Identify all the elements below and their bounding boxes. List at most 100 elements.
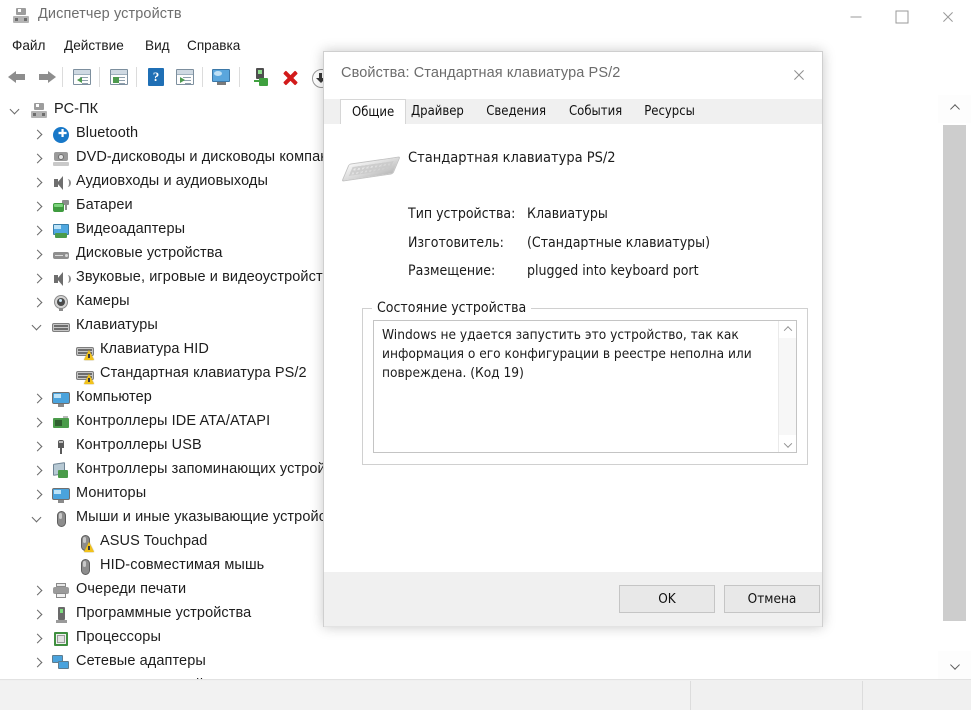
chevron-right-icon[interactable]: [32, 609, 44, 621]
dialog-tabs[interactable]: Общие Драйвер Сведения События Ресурсы: [324, 99, 822, 125]
tab-page-general: Стандартная клавиатура PS/2 Тип устройст…: [324, 124, 822, 627]
manufacturer-value: (Стандартные клавиатуры): [527, 235, 711, 251]
dialog-footer: OK Отмена: [324, 572, 822, 626]
tree-item-label: Сетевые адаптеры: [76, 653, 206, 669]
usb-icon: [52, 438, 70, 456]
chevron-right-icon[interactable]: [32, 177, 44, 189]
chevron-right-icon[interactable]: [32, 249, 44, 261]
window-title: Диспетчер устройств: [38, 6, 182, 22]
help-button[interactable]: ?: [144, 65, 168, 89]
audio-icon: [52, 174, 71, 192]
tree-vertical-scrollbar[interactable]: [938, 95, 971, 679]
tree-item[interactable]: Сетевые адаптеры: [0, 651, 938, 675]
status-scroll-down-button[interactable]: [779, 435, 796, 452]
status-scrollbar[interactable]: [778, 321, 796, 452]
chevron-right-icon[interactable]: [32, 153, 44, 165]
tree-item-label: РС-ПК: [54, 101, 99, 117]
close-button[interactable]: [925, 0, 971, 33]
chevron-right-icon[interactable]: [32, 441, 44, 453]
chevron-right-icon[interactable]: [32, 465, 44, 477]
chevron-right-icon[interactable]: [32, 297, 44, 309]
warning-icon: [84, 542, 94, 552]
tab-1[interactable]: Драйвер: [400, 99, 475, 124]
chevron-right-icon[interactable]: [32, 657, 44, 669]
scrollbar-divider: [690, 681, 691, 710]
storage-controller-icon: [52, 462, 70, 480]
mouse-icon: [52, 510, 70, 528]
processor-icon: [52, 630, 70, 648]
help-topics-button[interactable]: [107, 65, 131, 89]
monitor-icon: [52, 390, 70, 408]
uninstall-device-button[interactable]: [279, 65, 303, 89]
maximize-button[interactable]: [879, 0, 925, 33]
tree-item-label: ASUS Touchpad: [100, 533, 208, 549]
scrollbar-thumb[interactable]: [943, 125, 966, 621]
ok-button[interactable]: OK: [619, 585, 715, 613]
cancel-button[interactable]: Отмена: [724, 585, 820, 613]
chevron-down-icon[interactable]: [10, 105, 22, 117]
scan-hardware-icon: [176, 69, 194, 85]
warning-icon: [84, 350, 94, 360]
keyboard-icon: [76, 366, 94, 384]
chevron-right-icon[interactable]: [32, 129, 44, 141]
chevron-up-icon: [949, 104, 960, 115]
toolbar-separator: [239, 67, 240, 87]
toolbar-separator: [136, 67, 137, 87]
scan-hardware-button[interactable]: [173, 65, 197, 89]
chevron-right-icon[interactable]: [32, 201, 44, 213]
dialog-titlebar: Свойства: Стандартная клавиатура PS/2: [324, 52, 822, 99]
tree-item-label: Мониторы: [76, 485, 147, 501]
toolbar-separator: [99, 67, 100, 87]
warning-icon: [84, 374, 94, 384]
update-driver-button[interactable]: [249, 65, 273, 89]
display-adapter-icon: [52, 222, 70, 240]
tree-item-label: Bluetooth: [76, 125, 139, 141]
minimize-button[interactable]: [833, 0, 879, 33]
battery-icon: [52, 198, 70, 216]
menu-file[interactable]: Файл: [8, 36, 49, 55]
tree-item[interactable]: Процессоры: [0, 627, 938, 651]
update-driver-icon: [254, 68, 268, 86]
tree-item-label: Компьютер: [76, 389, 152, 405]
tree-horizontal-scrollbar[interactable]: [0, 679, 971, 710]
chevron-right-icon[interactable]: [32, 633, 44, 645]
forward-icon: [36, 71, 56, 83]
chevron-down-icon[interactable]: [32, 321, 44, 333]
chevron-right-icon[interactable]: [32, 489, 44, 501]
forward-button[interactable]: [34, 65, 58, 89]
chevron-right-icon[interactable]: [32, 225, 44, 237]
chevron-down-icon[interactable]: [32, 513, 44, 525]
back-button[interactable]: [6, 65, 30, 89]
device-name: Стандартная клавиатура PS/2: [408, 150, 616, 166]
properties-button[interactable]: [70, 65, 94, 89]
chevron-right-icon[interactable]: [32, 273, 44, 285]
computer-button[interactable]: [210, 65, 234, 89]
tab-2[interactable]: Сведения: [475, 99, 557, 124]
status-scrollbar-track[interactable]: [779, 338, 796, 435]
menu-help[interactable]: Справка: [183, 36, 244, 55]
device-status-box[interactable]: Windows не удается запустить это устройс…: [373, 320, 797, 453]
menu-view[interactable]: Вид: [141, 36, 174, 55]
scrollbar-thumb-horizontal[interactable]: [0, 681, 690, 710]
tab-0[interactable]: Общие: [340, 99, 407, 125]
mouse-icon: [76, 558, 94, 576]
tree-item-label: Камеры: [76, 293, 130, 309]
tab-3[interactable]: События: [558, 99, 633, 124]
menu-action[interactable]: Действие: [60, 36, 128, 55]
device-type-value: Клавиатуры: [527, 206, 608, 222]
tab-4[interactable]: Ресурсы: [633, 99, 706, 124]
scroll-up-button[interactable]: [938, 95, 971, 123]
dialog-close-button[interactable]: [776, 52, 822, 97]
computer-root-icon: [30, 102, 48, 120]
scroll-down-button[interactable]: [938, 651, 971, 679]
chevron-right-icon[interactable]: [32, 393, 44, 405]
status-scroll-up-button[interactable]: [779, 321, 796, 338]
chevron-right-icon[interactable]: [32, 585, 44, 597]
chevron-right-icon[interactable]: [32, 417, 44, 429]
tree-item-label: Клавиатура HID: [100, 341, 209, 357]
dialog-title: Свойства: Стандартная клавиатура PS/2: [341, 65, 621, 81]
tree-item-label: Контроллеры IDE ATA/ATAPI: [76, 413, 271, 429]
tree-item-label: Батареи: [76, 197, 133, 213]
maximize-icon: [895, 10, 909, 23]
properties-icon: [73, 69, 91, 85]
